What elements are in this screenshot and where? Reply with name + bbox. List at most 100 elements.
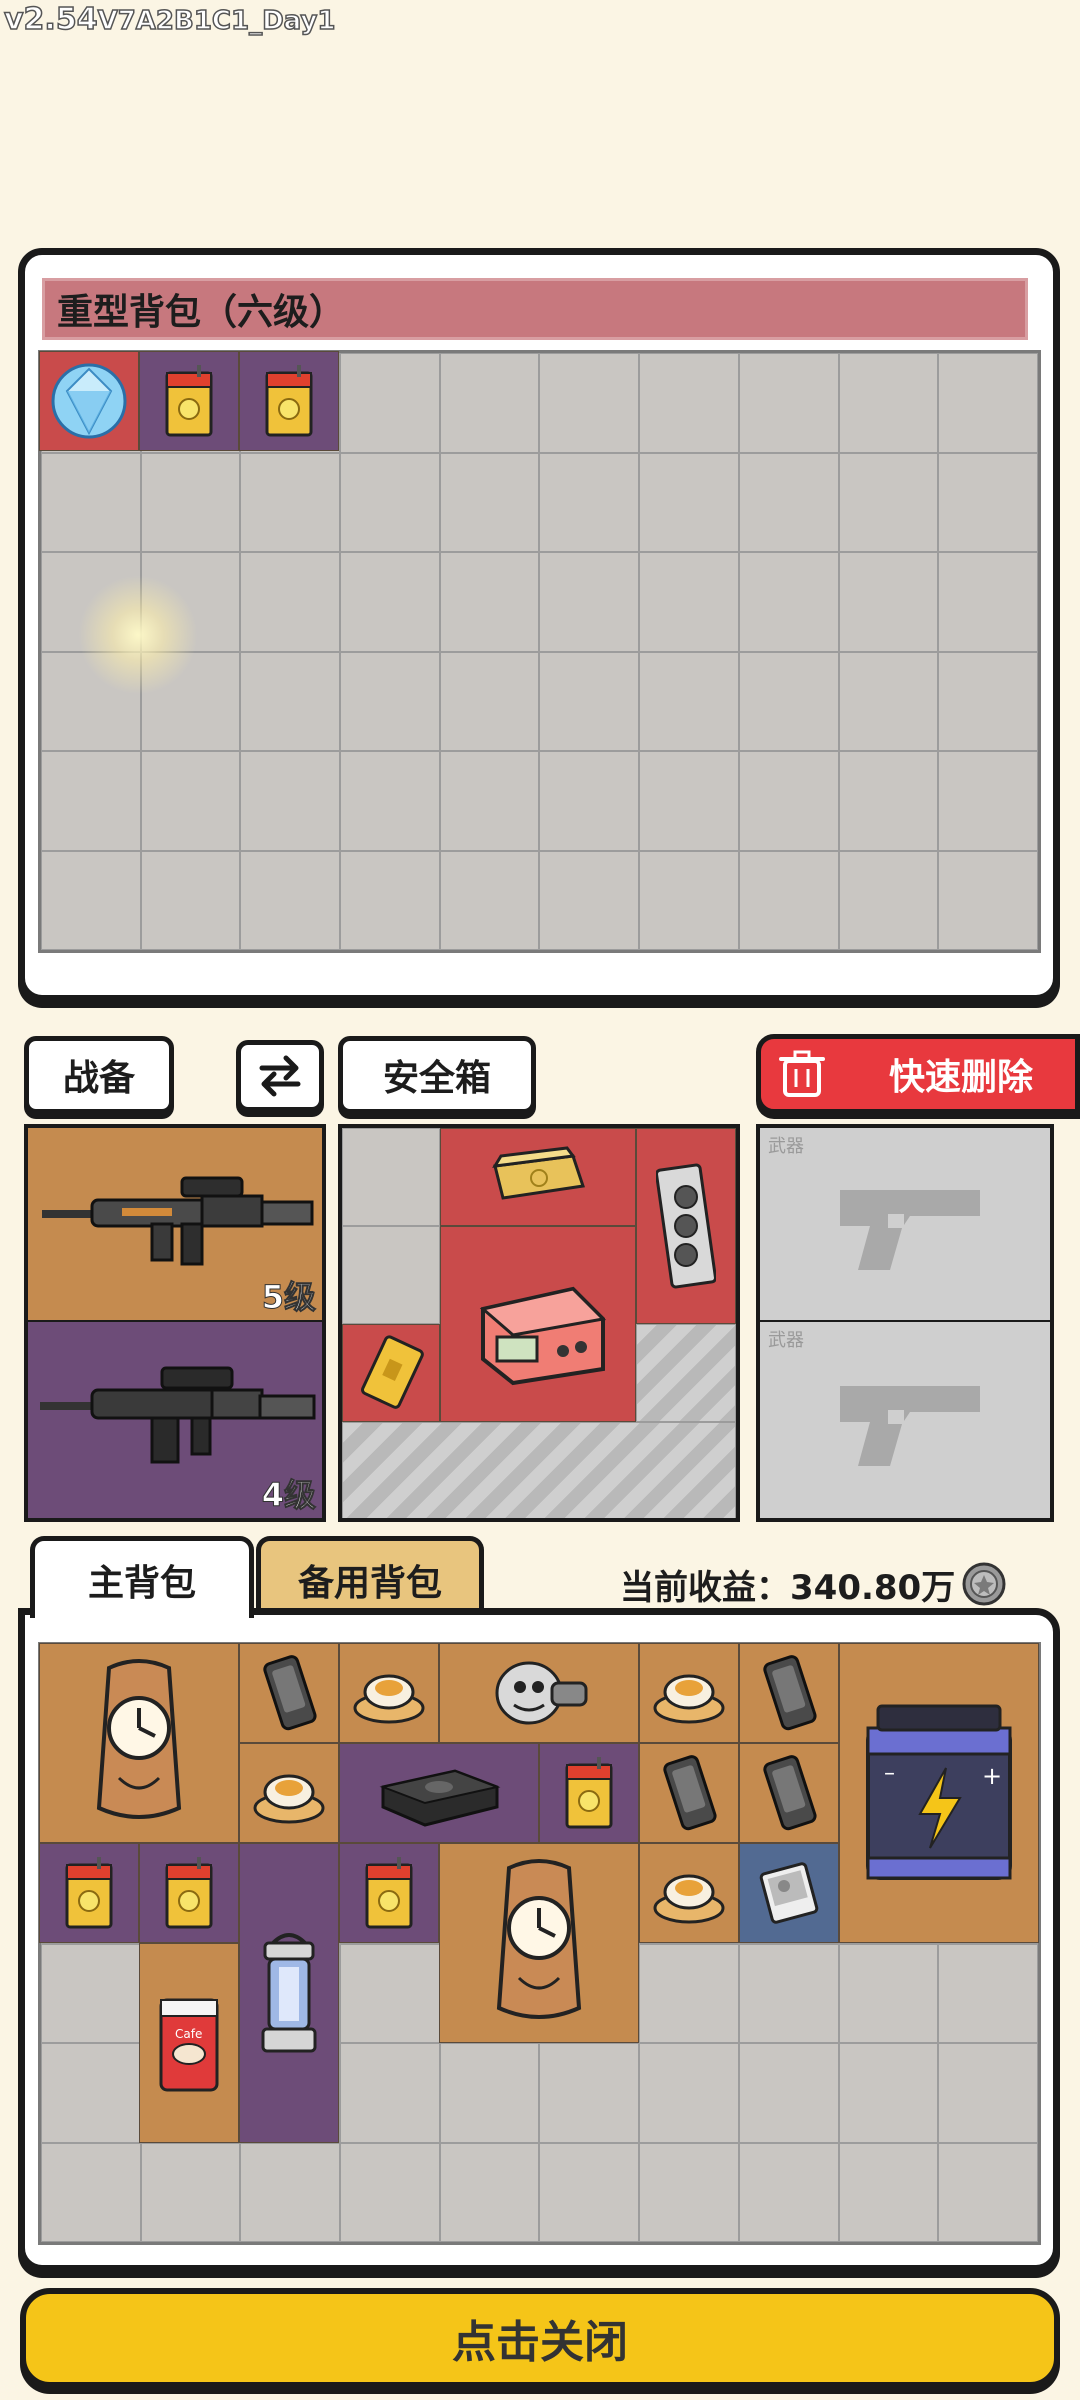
grid-cell[interactable]: [140, 850, 241, 950]
grid-cell[interactable]: [539, 850, 640, 950]
inventory-item[interactable]: Cafe: [139, 1943, 239, 2143]
grid-cell[interactable]: [838, 751, 939, 851]
grid-cell[interactable]: [41, 2043, 141, 2143]
grid-cell[interactable]: [938, 850, 1038, 950]
inventory-item[interactable]: [739, 1643, 839, 1743]
grid-cell[interactable]: [539, 552, 640, 652]
inventory-item[interactable]: [439, 1843, 639, 2043]
grid-cell[interactable]: [439, 751, 540, 851]
grid-cell[interactable]: [838, 2043, 939, 2143]
quick-delete-button[interactable]: 快速删除: [756, 1034, 1080, 1114]
grid-cell[interactable]: [838, 353, 939, 453]
grid-cell[interactable]: [340, 850, 440, 950]
inventory-item[interactable]: [639, 1643, 739, 1743]
weapon-slot[interactable]: 武器: [756, 1124, 1054, 1322]
inventory-item[interactable]: [439, 1643, 639, 1743]
grid-cell[interactable]: [240, 751, 341, 851]
tab-backup-backpack[interactable]: 备用背包: [256, 1536, 484, 1618]
grid-cell[interactable]: [41, 452, 141, 552]
inventory-item[interactable]: [239, 351, 339, 451]
grid-cell[interactable]: [41, 2142, 141, 2242]
grid-cell[interactable]: [639, 2142, 739, 2242]
grid-cell[interactable]: [639, 850, 739, 950]
grid-cell[interactable]: [340, 751, 440, 851]
grid-cell[interactable]: [838, 552, 939, 652]
grid-cell[interactable]: [938, 353, 1038, 453]
grid-cell[interactable]: [639, 651, 739, 751]
safe-box-grid[interactable]: [338, 1124, 740, 1522]
grid-cell[interactable]: [140, 452, 241, 552]
grid-cell[interactable]: [439, 353, 540, 453]
safe-box-cell[interactable]: [342, 1128, 440, 1226]
inventory-item[interactable]: [239, 1843, 339, 2143]
inventory-item[interactable]: [639, 1843, 739, 1943]
grid-cell[interactable]: [240, 2142, 341, 2242]
grid-cell[interactable]: [639, 353, 739, 453]
grid-cell[interactable]: [439, 651, 540, 751]
grid-cell[interactable]: [539, 353, 640, 453]
grid-cell[interactable]: [838, 651, 939, 751]
safe-box-item[interactable]: [636, 1128, 736, 1324]
grid-cell[interactable]: [539, 2142, 640, 2242]
grid-cell[interactable]: [539, 452, 640, 552]
close-button[interactable]: 点击关闭: [20, 2288, 1060, 2388]
grid-cell[interactable]: [639, 2043, 739, 2143]
grid-cell[interactable]: [838, 452, 939, 552]
grid-cell[interactable]: [140, 751, 241, 851]
grid-cell[interactable]: [140, 2142, 241, 2242]
grid-cell[interactable]: [41, 751, 141, 851]
inventory-item[interactable]: [339, 1643, 439, 1743]
grid-cell[interactable]: [639, 1943, 739, 2043]
inventory-item[interactable]: [739, 1743, 839, 1843]
grid-cell[interactable]: [639, 452, 739, 552]
grid-cell[interactable]: [240, 452, 341, 552]
grid-cell[interactable]: [738, 651, 839, 751]
grid-cell[interactable]: [439, 452, 540, 552]
grid-cell[interactable]: [738, 353, 839, 453]
grid-cell[interactable]: [938, 651, 1038, 751]
gear-slot-secondary[interactable]: 4级: [24, 1320, 326, 1522]
grid-cell[interactable]: [738, 2142, 839, 2242]
grid-cell[interactable]: [738, 850, 839, 950]
grid-cell[interactable]: [340, 452, 440, 552]
inventory-item[interactable]: [339, 1743, 539, 1843]
grid-cell[interactable]: [938, 2043, 1038, 2143]
grid-cell[interactable]: [738, 751, 839, 851]
grid-cell[interactable]: [340, 2043, 440, 2143]
grid-cell[interactable]: [340, 1943, 440, 2043]
tab-main-backpack[interactable]: 主背包: [30, 1536, 254, 1618]
grid-cell[interactable]: [639, 751, 739, 851]
grid-cell[interactable]: [41, 850, 141, 950]
safe-box-button[interactable]: 安全箱: [338, 1036, 536, 1114]
inventory-item[interactable]: – +: [839, 1643, 1039, 1943]
grid-cell[interactable]: [738, 1943, 839, 2043]
inventory-item[interactable]: [39, 351, 139, 451]
inventory-item[interactable]: [239, 1743, 339, 1843]
safe-box-item[interactable]: [440, 1226, 636, 1422]
grid-cell[interactable]: [240, 651, 341, 751]
inventory-item[interactable]: [239, 1643, 339, 1743]
grid-cell[interactable]: [240, 850, 341, 950]
gear-button[interactable]: 战备: [24, 1036, 174, 1114]
safe-box-cell[interactable]: [342, 1226, 440, 1324]
grid-cell[interactable]: [41, 1943, 141, 2043]
grid-cell[interactable]: [539, 651, 640, 751]
grid-cell[interactable]: [738, 452, 839, 552]
weapon-slot[interactable]: 武器: [756, 1320, 1054, 1522]
grid-cell[interactable]: [340, 552, 440, 652]
grid-cell[interactable]: [340, 2142, 440, 2242]
grid-cell[interactable]: [340, 651, 440, 751]
swap-button[interactable]: [236, 1040, 324, 1112]
grid-cell[interactable]: [439, 850, 540, 950]
inventory-item[interactable]: [39, 1643, 239, 1843]
inventory-item[interactable]: [739, 1843, 839, 1943]
inventory-item[interactable]: [539, 1743, 639, 1843]
grid-cell[interactable]: [539, 751, 640, 851]
grid-cell[interactable]: [938, 2142, 1038, 2242]
grid-cell[interactable]: [639, 552, 739, 652]
grid-cell[interactable]: [938, 552, 1038, 652]
grid-cell[interactable]: [340, 353, 440, 453]
grid-cell[interactable]: [938, 751, 1038, 851]
safe-box-item[interactable]: [342, 1324, 440, 1422]
grid-cell[interactable]: [738, 552, 839, 652]
